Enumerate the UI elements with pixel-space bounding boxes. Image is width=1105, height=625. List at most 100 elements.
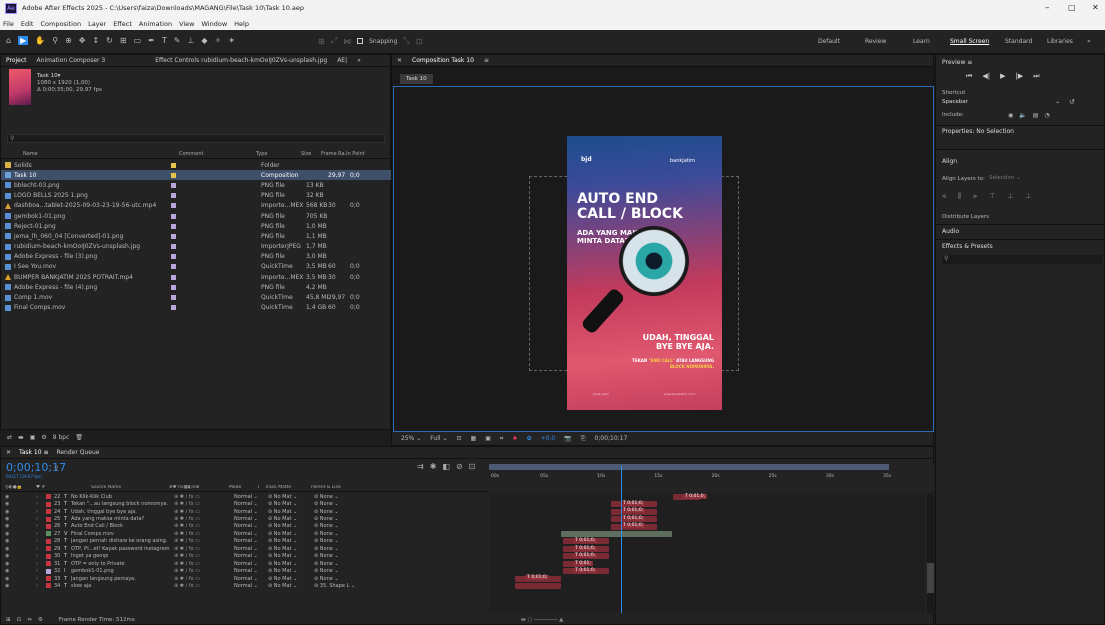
frame-blending-icon[interactable]: ◧ <box>442 462 450 471</box>
project-item[interactable]: Adobe Express - file (3).png PNG file 3,0 … <box>1 252 391 262</box>
brush-tool-icon[interactable]: ✎ <box>174 36 181 45</box>
blend-mode-dropdown[interactable]: Normal ⌄ <box>229 561 262 567</box>
zoom-slider[interactable]: ▬ ○ ─────── ▲ <box>521 617 564 623</box>
label-color-swatch[interactable] <box>171 274 176 280</box>
workspace-overflow-button[interactable]: » <box>1087 38 1091 45</box>
mask-visibility-icon[interactable]: ▣ <box>485 435 491 442</box>
layer-name[interactable]: slow aja <box>71 583 174 589</box>
previous-frame-icon[interactable]: ◀| <box>982 72 990 81</box>
layer-name[interactable]: Final Comps.mov <box>71 531 174 537</box>
parent-dropdown[interactable]: ⊘ None ⌄ <box>308 553 366 559</box>
dolly-tool-icon[interactable]: ↕ <box>92 36 99 45</box>
label-color-swatch[interactable] <box>171 305 176 311</box>
layer-row[interactable]: ◉ › 23 T Tekan "...au langsung block nomorny… <box>1 500 489 507</box>
roto-brush-tool-icon[interactable]: ✧ <box>215 36 222 45</box>
render-time-icon[interactable]: ⚙ <box>38 617 43 623</box>
label-color-swatch[interactable] <box>46 509 51 515</box>
color-management-icon[interactable]: ✿ <box>527 435 532 442</box>
label-color-swatch[interactable] <box>46 583 51 589</box>
workspace-standard[interactable]: Standard <box>1005 38 1047 45</box>
eye-icon[interactable]: ◉ <box>1 531 36 537</box>
layer-row[interactable]: ◉ › 26 T Auto End Call / Block ⊕ ✱ ∕ fx ▭ Norm… <box>1 523 489 530</box>
comp-flowchart-icon[interactable]: ⇉ <box>417 462 424 471</box>
expand-chevron-icon[interactable]: › <box>36 523 46 529</box>
blend-mode-dropdown[interactable]: Normal ⌄ <box>229 516 262 522</box>
guide-options-icon[interactable]: ⌗ <box>500 435 503 443</box>
project-item[interactable]: I See You.mov QuickTime 3,5 MB 60 0;0 <box>1 262 391 272</box>
layer-name[interactable]: Ada yang maksa minta data? <box>71 516 174 522</box>
layer-switches[interactable]: ⊕ ✱ ∕ fx ▭ <box>174 568 229 574</box>
blend-mode-dropdown[interactable]: Normal ⌄ <box>229 553 262 559</box>
channel-icon[interactable]: ♠ <box>512 435 517 442</box>
menu-window[interactable]: Window <box>202 18 228 30</box>
snap-grid-icon[interactable]: ⊡ <box>416 37 423 46</box>
track-matte-dropdown[interactable]: ⊘ No Mat ⌄ <box>262 546 308 552</box>
overlay-include-icon[interactable]: ▤ <box>1033 112 1039 119</box>
eye-icon[interactable]: ◉ <box>1 568 36 574</box>
motion-blur-icon[interactable]: ⊘ <box>456 462 463 471</box>
blend-mode-dropdown[interactable]: Normal ⌄ <box>229 546 262 552</box>
parent-dropdown[interactable]: ⊘ None ⌄ <box>308 516 366 522</box>
project-search-input[interactable]: ⚲ <box>7 134 385 143</box>
workspace-default[interactable]: Default <box>818 38 865 45</box>
project-item[interactable]: bblecht-03.png PNG file 13 KB <box>1 180 391 190</box>
close-tab-icon[interactable]: ✕ <box>6 449 11 456</box>
label-color-swatch[interactable] <box>171 203 176 209</box>
col-parent-link[interactable]: Parent & Link <box>303 485 363 490</box>
preview-comp-name[interactable]: Task 10▾ <box>37 73 102 80</box>
blend-mode-dropdown[interactable]: Normal ⌄ <box>229 494 262 500</box>
playhead-line[interactable] <box>620 466 622 613</box>
layer-row[interactable]: ◉ › 22 T No Klik-Klik Club ⊕ ✱ ∕ fx ▭ Normal ⌄… <box>1 493 489 500</box>
close-button[interactable]: ✕ <box>1092 3 1099 12</box>
project-item[interactable]: rubidium-beach-kmOoIJ0ZVs-unsplash.jpg Im… <box>1 242 391 252</box>
show-snapshot-icon[interactable]: ⎘ <box>581 435 586 443</box>
project-item[interactable]: Reject-01.png PNG file 1,0 MB <box>1 221 391 231</box>
label-color-swatch[interactable] <box>46 546 51 552</box>
track-matte-dropdown[interactable]: ⊘ No Mat ⌄ <box>262 576 308 582</box>
layer-switches[interactable]: ⊕ ✱ ∕ fx ▭ <box>174 501 229 507</box>
label-color-swatch[interactable] <box>171 284 176 290</box>
close-tab-icon[interactable]: ✕ <box>397 57 402 64</box>
blend-mode-dropdown[interactable]: Normal ⌄ <box>229 531 262 537</box>
parent-dropdown[interactable]: ⊘ None ⌄ <box>308 509 366 515</box>
expand-chevron-icon[interactable]: › <box>36 531 46 537</box>
expand-chevron-icon[interactable]: › <box>36 553 46 559</box>
next-frame-icon[interactable]: |▶ <box>1015 72 1023 81</box>
layer-name[interactable]: OTP = only to Private <box>71 561 174 567</box>
home-icon[interactable]: ⌂ <box>6 36 11 45</box>
effects-presets-title[interactable]: Effects & Presets <box>942 243 993 250</box>
timeline-search-input[interactable]: ⚲ <box>54 465 124 473</box>
rotate-tool-icon[interactable]: ↻ <box>106 36 113 45</box>
pen-tool-icon[interactable]: ✒ <box>148 36 155 45</box>
label-color-swatch[interactable] <box>171 295 176 301</box>
align-layers-dropdown[interactable]: Selection ⌄ <box>989 175 1049 183</box>
blend-mode-dropdown[interactable]: Normal ⌄ <box>229 523 262 529</box>
label-color-swatch[interactable] <box>46 553 51 559</box>
project-item[interactable]: Adobe Express - file (4).png PNG file 4,2 … <box>1 282 391 292</box>
label-color-swatch[interactable] <box>46 568 51 574</box>
project-item[interactable]: Comp 1.mov QuickTime 45,8 MB29,97 0;0 <box>1 292 391 302</box>
parent-dropdown[interactable]: ⊘ None ⌄ <box>308 576 366 582</box>
panel-menu-icon[interactable]: ≡ <box>484 57 489 64</box>
workspace-small-screen[interactable]: Small Screen <box>950 38 1005 45</box>
expand-chevron-icon[interactable]: › <box>36 568 46 574</box>
col-type[interactable]: Type <box>256 151 301 157</box>
eraser-tool-icon[interactable]: ◆ <box>201 36 207 45</box>
track-matte-dropdown[interactable]: ⊘ No Mat ⌄ <box>262 568 308 574</box>
label-color-swatch[interactable] <box>46 494 51 500</box>
layer-switches[interactable]: ⊕ ✱ ∕ fx ▭ <box>174 538 229 544</box>
transparency-grid-icon[interactable]: ▦ <box>471 435 477 442</box>
project-item[interactable]: jema_lh_060_04 [Converted]-01.png PNG fil… <box>1 231 391 241</box>
project-settings-icon[interactable]: ⚙ <box>41 434 46 441</box>
align-vcenter-icon[interactable]: ⊥ <box>1007 192 1013 201</box>
clone-stamp-tool-icon[interactable]: ⊥ <box>187 36 194 45</box>
label-color-swatch[interactable] <box>46 538 51 544</box>
composition-tab[interactable]: Composition Task 10 <box>412 57 474 64</box>
track-matte-dropdown[interactable]: ⊘ No Mat ⌄ <box>262 531 308 537</box>
audio-include-icon[interactable]: 🔈 <box>1019 112 1026 119</box>
blend-mode-dropdown[interactable]: Normal ⌄ <box>229 568 262 574</box>
layer-row[interactable]: ◉ › 27 V Final Comps.mov ⊕ ✱ ∕ fx ▭ Normal ⌄ ⊘ … <box>1 530 489 537</box>
restore-button[interactable]: ▢ <box>1068 3 1076 12</box>
expand-chevron-icon[interactable]: › <box>36 509 46 515</box>
project-tab-3[interactable]: AE| <box>337 57 347 64</box>
